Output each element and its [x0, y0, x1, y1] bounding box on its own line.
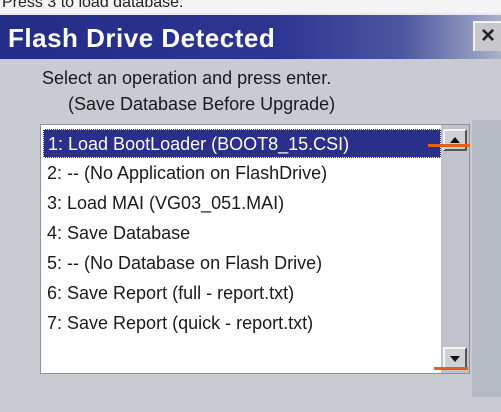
instruction-line-2: (Save Database Before Upgrade) — [68, 94, 336, 114]
list-item-save-report-quick[interactable]: 7: Save Report (quick - report.txt) — [43, 309, 441, 338]
scroll-up-button[interactable] — [443, 129, 467, 151]
instruction-line-1: Select an operation and press enter. — [42, 68, 332, 88]
arrow-up-icon — [450, 137, 460, 143]
list-scrollbar[interactable] — [441, 125, 469, 373]
orange-marker-bottom — [434, 367, 468, 370]
top-caption: Press 3 to load database. — [0, 0, 501, 13]
arrow-down-icon — [450, 356, 460, 362]
close-button[interactable]: × — [473, 21, 501, 51]
orange-marker-top — [428, 144, 470, 147]
title-bar: Flash Drive Detected × — [0, 15, 501, 59]
list-item-load-bootloader[interactable]: 1: Load BootLoader (BOOT8_15.CSI) — [43, 129, 441, 158]
list-item-load-mai[interactable]: 3: Load MAI (VG03_051.MAI) — [43, 189, 441, 218]
list-item-save-report-full[interactable]: 6: Save Report (full - report.txt) — [43, 279, 441, 308]
scroll-down-button[interactable] — [443, 347, 467, 369]
list-item-save-database[interactable]: 4: Save Database — [43, 219, 441, 248]
operations-listbox[interactable]: 1: Load BootLoader (BOOT8_15.CSI) 2: -- … — [40, 124, 470, 374]
dialog-title: Flash Drive Detected — [8, 23, 276, 53]
list-item-no-database[interactable]: 5: -- (No Database on Flash Drive) — [43, 249, 441, 278]
close-icon: × — [480, 22, 495, 49]
operations-list: 1: Load BootLoader (BOOT8_15.CSI) 2: -- … — [41, 125, 441, 375]
list-item-no-application[interactable]: 2: -- (No Application on FlashDrive) — [43, 159, 441, 188]
right-edge-panel — [472, 120, 501, 397]
